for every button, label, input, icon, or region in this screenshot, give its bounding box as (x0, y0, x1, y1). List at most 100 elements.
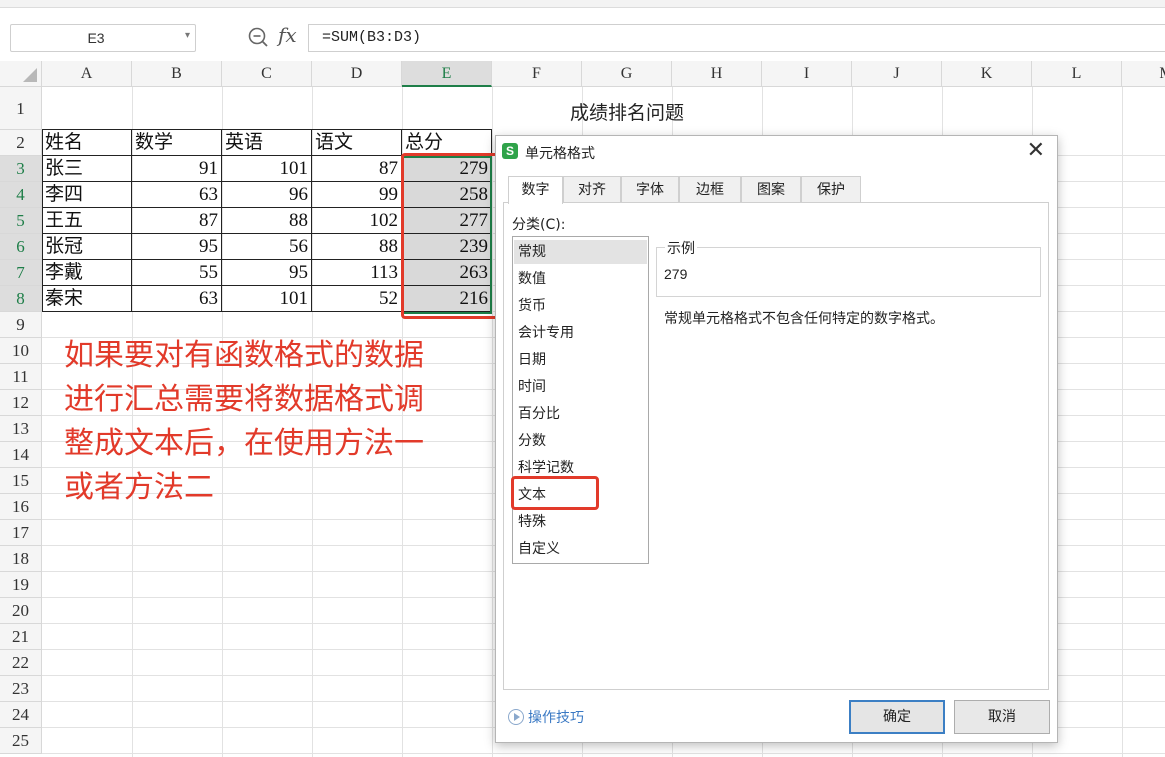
header-cell[interactable]: 英语 (222, 130, 312, 156)
table-cell[interactable]: 秦宋 (42, 286, 132, 312)
table-cell[interactable]: 88 (222, 208, 312, 234)
table-cell[interactable]: 张冠 (42, 234, 132, 260)
column-header-f[interactable]: F (492, 61, 582, 87)
table-cell[interactable]: 李戴 (42, 260, 132, 286)
annotation-line: 整成文本后，在使用方法一 (64, 426, 424, 461)
dropdown-arrow-icon[interactable]: ▾ (185, 30, 190, 41)
table-cell[interactable]: 63 (132, 286, 222, 312)
tab-font[interactable]: 字体 (621, 176, 679, 203)
tab-pattern[interactable]: 图案 (741, 176, 801, 203)
column-header-i[interactable]: I (762, 61, 852, 87)
table-cell[interactable]: 96 (222, 182, 312, 208)
row-header-5[interactable]: 5 (0, 208, 42, 234)
category-item-percentage[interactable]: 百分比 (514, 402, 647, 426)
close-icon[interactable]: ✕ (1027, 139, 1045, 163)
row-header-14[interactable]: 14 (0, 442, 42, 468)
fx-icon[interactable]: fx (278, 23, 297, 47)
header-cell[interactable]: 姓名 (42, 130, 132, 156)
row-header-1[interactable]: 1 (0, 87, 42, 130)
column-header-j[interactable]: J (852, 61, 942, 87)
tab-alignment[interactable]: 对齐 (563, 176, 621, 203)
column-header-g[interactable]: G (582, 61, 672, 87)
tab-border[interactable]: 边框 (679, 176, 741, 203)
category-item-time[interactable]: 时间 (514, 375, 647, 399)
row-header-20[interactable]: 20 (0, 598, 42, 624)
table-cell[interactable]: 113 (312, 260, 402, 286)
row-header-19[interactable]: 19 (0, 572, 42, 598)
row-header-18[interactable]: 18 (0, 546, 42, 572)
tab-number[interactable]: 数字 (508, 176, 563, 204)
tab-protection[interactable]: 保护 (801, 176, 861, 203)
row-header-13[interactable]: 13 (0, 416, 42, 442)
play-circle-icon (508, 709, 524, 725)
select-all-corner[interactable] (0, 61, 42, 87)
table-cell[interactable]: 101 (222, 156, 312, 182)
category-item-date[interactable]: 日期 (514, 348, 647, 372)
table-cell[interactable]: 63 (132, 182, 222, 208)
row-header-21[interactable]: 21 (0, 624, 42, 650)
column-header-e[interactable]: E (402, 61, 492, 87)
table-cell[interactable]: 99 (312, 182, 402, 208)
category-item-special[interactable]: 特殊 (514, 510, 647, 534)
row-header-22[interactable]: 22 (0, 650, 42, 676)
table-cell[interactable]: 56 (222, 234, 312, 260)
row-header-11[interactable]: 11 (0, 364, 42, 390)
column-header-d[interactable]: D (312, 61, 402, 87)
category-item-number[interactable]: 数值 (514, 267, 647, 291)
table-border (221, 129, 222, 312)
column-header-l[interactable]: L (1032, 61, 1122, 87)
category-item-accounting[interactable]: 会计专用 (514, 321, 647, 345)
category-item-fraction[interactable]: 分数 (514, 429, 647, 453)
category-item-currency[interactable]: 货币 (514, 294, 647, 318)
row-header-17[interactable]: 17 (0, 520, 42, 546)
table-cell[interactable]: 95 (222, 260, 312, 286)
table-cell[interactable]: 87 (132, 208, 222, 234)
zoom-icon[interactable] (247, 26, 269, 48)
row-header-2[interactable]: 2 (0, 130, 42, 156)
column-header-m[interactable]: M (1122, 61, 1165, 87)
table-cell[interactable]: 55 (132, 260, 222, 286)
row-header-4[interactable]: 4 (0, 182, 42, 208)
formula-input[interactable]: =SUM(B3:D3) (308, 24, 1165, 52)
row-header-16[interactable]: 16 (0, 494, 42, 520)
table-cell[interactable]: 102 (312, 208, 402, 234)
table-cell[interactable]: 91 (132, 156, 222, 182)
row-header-25[interactable]: 25 (0, 728, 42, 754)
category-item-general[interactable]: 常规 (514, 240, 647, 264)
column-header-b[interactable]: B (132, 61, 222, 87)
ok-button[interactable]: 确定 (849, 700, 945, 734)
tips-link[interactable]: 操作技巧 (508, 707, 584, 727)
dialog-titlebar[interactable]: S 单元格格式 ✕ (496, 136, 1057, 168)
row-header-8[interactable]: 8 (0, 286, 42, 312)
row-header-23[interactable]: 23 (0, 676, 42, 702)
table-cell[interactable]: 52 (312, 286, 402, 312)
table-cell[interactable]: 王五 (42, 208, 132, 234)
category-list[interactable]: 常规 数值 货币 会计专用 日期 时间 百分比 分数 科学记数 文本 特殊 自定… (512, 236, 649, 564)
header-cell[interactable]: 语文 (312, 130, 402, 156)
table-cell[interactable]: 李四 (42, 182, 132, 208)
sample-box (656, 247, 1041, 297)
row-header-24[interactable]: 24 (0, 702, 42, 728)
row-header-12[interactable]: 12 (0, 390, 42, 416)
table-border (311, 129, 312, 312)
row-header-10[interactable]: 10 (0, 338, 42, 364)
table-cell[interactable]: 101 (222, 286, 312, 312)
cancel-button[interactable]: 取消 (954, 700, 1050, 734)
column-header-a[interactable]: A (42, 61, 132, 87)
column-header-h[interactable]: H (672, 61, 762, 87)
table-cell[interactable]: 87 (312, 156, 402, 182)
row-header-3[interactable]: 3 (0, 156, 42, 182)
row-header-6[interactable]: 6 (0, 234, 42, 260)
table-cell[interactable]: 88 (312, 234, 402, 260)
name-box[interactable]: E3 ▾ (10, 24, 196, 52)
category-item-custom[interactable]: 自定义 (514, 537, 647, 561)
column-header-k[interactable]: K (942, 61, 1032, 87)
table-cell[interactable]: 张三 (42, 156, 132, 182)
annotation-line: 或者方法二 (64, 470, 214, 505)
row-header-15[interactable]: 15 (0, 468, 42, 494)
column-header-c[interactable]: C (222, 61, 312, 87)
table-cell[interactable]: 95 (132, 234, 222, 260)
row-header-9[interactable]: 9 (0, 312, 42, 338)
row-header-7[interactable]: 7 (0, 260, 42, 286)
header-cell[interactable]: 数学 (132, 130, 222, 156)
